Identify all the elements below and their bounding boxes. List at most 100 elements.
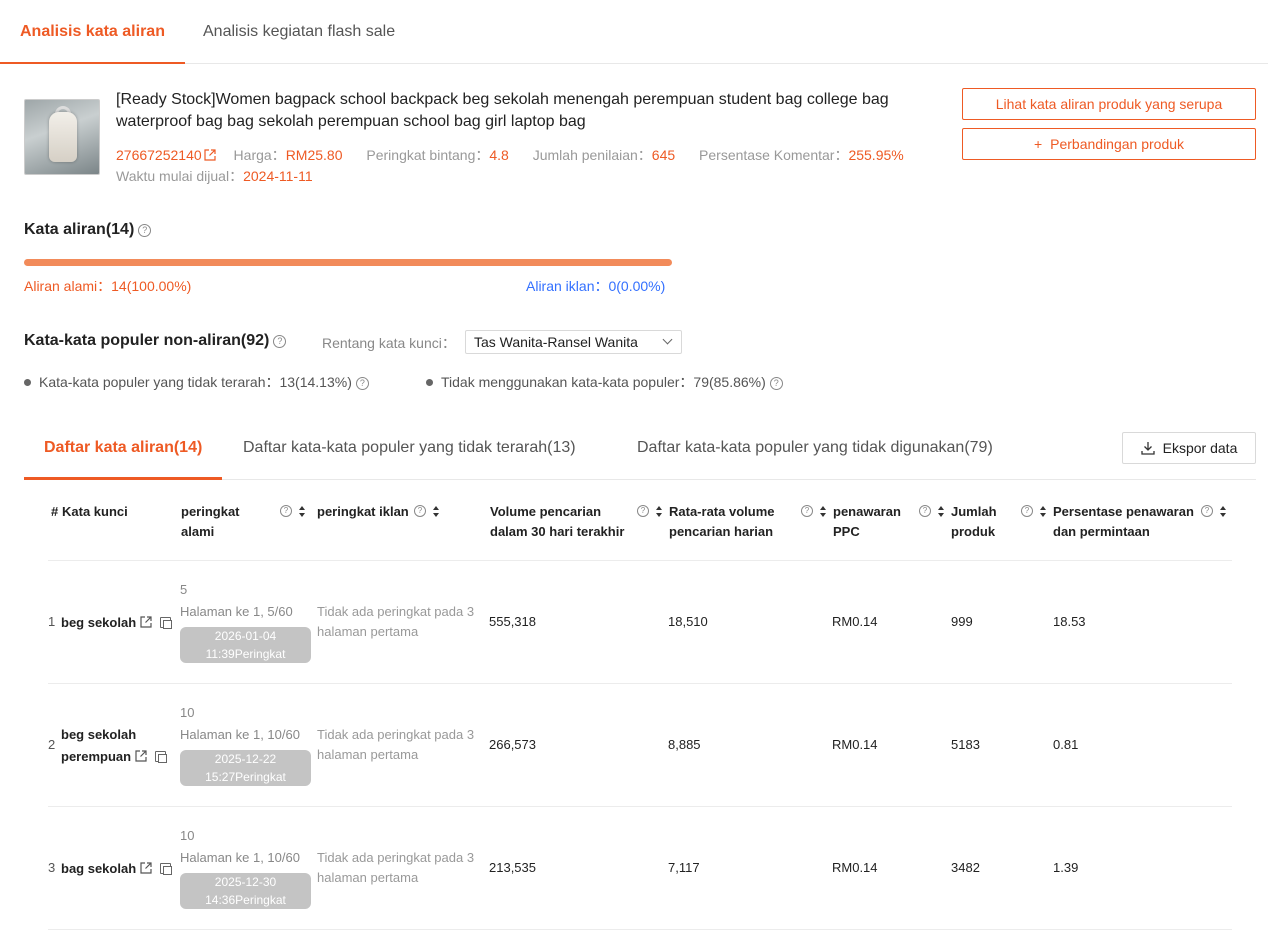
col-supply-demand-l1: Persentase penawaran: [1053, 504, 1194, 519]
comment-label: Persentase Komentar：: [699, 147, 849, 163]
ad-rank-cell: Tidak ada peringkat pada 3 halaman pertam…: [317, 602, 489, 642]
badge-time: 11:39Peringkat: [205, 647, 286, 661]
sort-icon[interactable]: [1220, 506, 1226, 518]
help-icon[interactable]: ?: [355, 377, 369, 390]
keyword-text[interactable]: beg sekolah: [61, 724, 166, 746]
tab-unused-list[interactable]: Daftar kata-kata populer yang tidak digu…: [637, 420, 993, 480]
keyword-range-value: Tas Wanita-Ransel Wanita: [474, 334, 638, 350]
untargeted-stat: Kata-kata populer yang tidak terarah：13(…: [24, 372, 369, 392]
product-image[interactable]: [24, 99, 100, 175]
popular-title-text: Kata-kata populer non-aliran(92): [24, 332, 270, 349]
tab-flash-sale-analysis[interactable]: Analisis kegiatan flash sale: [183, 0, 415, 64]
sort-icon[interactable]: [656, 506, 662, 518]
rank-time-badge[interactable]: 2026-01-04 11:39Peringkat: [180, 627, 311, 663]
bullet-dot: [426, 379, 433, 386]
sort-icon[interactable]: [820, 506, 826, 518]
col-ppc-l2: PPC: [833, 524, 860, 539]
keyword-range-select[interactable]: Tas Wanita-Ransel Wanita: [465, 330, 682, 354]
external-link-icon[interactable]: [204, 149, 216, 161]
ppc-cell: RM0.14: [832, 614, 878, 629]
price-value: RM25.80: [285, 147, 343, 163]
tab-flow-list[interactable]: Daftar kata aliran(14): [24, 420, 223, 480]
chevron-down-icon: [662, 334, 673, 345]
supply-demand-cell: 1.39: [1053, 860, 1079, 875]
keyword-cell: beg sekolah perempuan: [61, 724, 168, 768]
col-supply-demand-l2: dan permintaan: [1053, 524, 1150, 539]
price-label: Harga：: [233, 147, 286, 163]
badge-time: 14:36Peringkat: [205, 893, 286, 907]
rank-time-badge[interactable]: 2025-12-22 15:27Peringkat: [180, 750, 311, 786]
external-link-icon[interactable]: [135, 750, 147, 762]
row-index: 2: [48, 737, 56, 752]
top-tabs: Analisis kata aliran Analisis kegiatan f…: [0, 0, 1268, 64]
backpack-shape: [49, 112, 77, 162]
external-link-icon[interactable]: [140, 616, 152, 628]
copy-icon[interactable]: [160, 617, 173, 629]
natural-rank: 10: [180, 705, 195, 720]
help-icon[interactable]: ?: [280, 505, 292, 517]
popular-section-title: Kata-kata populer non-aliran(92)?: [24, 330, 287, 352]
ad-rank-l2: halaman pertama: [317, 747, 419, 762]
badge-date: 2025-12-30: [214, 875, 277, 889]
export-data-button[interactable]: Ekspor data: [1122, 432, 1256, 464]
supply-demand-cell: 0.81: [1053, 737, 1079, 752]
col-daily-volume-l1: Rata-rata volume: [669, 504, 775, 519]
col-search-volume[interactable]: Volume pencarian dalam 30 hari terakhir: [490, 502, 624, 542]
tab-untargeted-list[interactable]: Daftar kata-kata populer yang tidak tera…: [243, 420, 576, 480]
table-divider: [48, 929, 1232, 930]
help-icon[interactable]: ?: [637, 505, 649, 517]
help-icon[interactable]: ?: [919, 505, 931, 517]
product-title[interactable]: [Ready Stock]Women bagpack school backpa…: [116, 89, 946, 133]
products-cell: 999: [951, 614, 973, 629]
compare-label: Perbandingan produk: [1050, 136, 1185, 152]
help-icon[interactable]: ?: [801, 505, 813, 517]
copy-icon[interactable]: [155, 751, 168, 763]
reviews-value: 645: [651, 147, 676, 163]
sort-icon[interactable]: [299, 506, 305, 518]
product-id-link[interactable]: 27667252140: [116, 147, 216, 163]
sort-icon[interactable]: [938, 506, 944, 518]
flow-progress-bar: [24, 259, 672, 266]
help-icon[interactable]: ?: [769, 377, 783, 390]
ad-flow-stat: Aliran iklan：0(0.00%): [526, 278, 666, 294]
search-volume-cell: 213,535: [489, 860, 536, 875]
col-natural-rank[interactable]: peringkat alami: [181, 502, 240, 542]
keyword-cell: bag sekolah: [61, 858, 173, 880]
keyword-text[interactable]: beg sekolah: [61, 615, 136, 630]
help-icon[interactable]: ?: [414, 505, 426, 517]
product-meta: 27667252140 Harga：RM25.80 Peringkat bint…: [116, 145, 904, 165]
sort-icon[interactable]: [433, 506, 439, 518]
similar-products-button[interactable]: Lihat kata aliran produk yang serupa: [962, 88, 1256, 120]
col-ppc[interactable]: penawaran PPC: [833, 502, 901, 542]
natural-rank-page: Halaman ke 1, 10/60: [180, 850, 300, 865]
start-label: Waktu mulai dijual：: [116, 168, 244, 184]
natural-flow-stat: Aliran alami：14(100.00%): [24, 278, 192, 294]
col-products[interactable]: Jumlah produk: [951, 502, 997, 542]
col-supply-demand[interactable]: Persentase penawaran dan permintaan: [1053, 502, 1194, 542]
external-link-icon[interactable]: [140, 862, 152, 874]
plus-icon: +: [1033, 136, 1043, 152]
tab-flow-analysis[interactable]: Analisis kata aliran: [0, 0, 185, 64]
copy-icon[interactable]: [160, 863, 173, 875]
compare-products-button[interactable]: + Perbandingan produk: [962, 128, 1256, 160]
ad-rank-cell: Tidak ada peringkat pada 3 halaman pertam…: [317, 725, 489, 765]
untargeted-text: Kata-kata populer yang tidak terarah：13(…: [39, 374, 352, 390]
reviews-label: Jumlah penilaian：: [532, 147, 652, 163]
list-tabs: Daftar kata aliran(14) Daftar kata-kata …: [24, 420, 1256, 480]
help-icon[interactable]: ?: [273, 335, 287, 348]
daily-volume-cell: 8,885: [668, 737, 701, 752]
col-ad-rank[interactable]: peringkat iklan: [317, 502, 409, 522]
help-icon[interactable]: ?: [1021, 505, 1033, 517]
ppc-cell: RM0.14: [832, 737, 878, 752]
help-icon[interactable]: ?: [1201, 505, 1213, 517]
help-icon[interactable]: ?: [138, 224, 152, 237]
flow-title-text: Kata aliran(14): [24, 221, 135, 238]
products-cell: 3482: [951, 860, 980, 875]
keyword-text-l2[interactable]: perempuan: [61, 749, 131, 764]
keyword-text[interactable]: bag sekolah: [61, 861, 136, 876]
row-index: 1: [48, 614, 56, 629]
sort-icon[interactable]: [1040, 506, 1046, 518]
rank-time-badge[interactable]: 2025-12-30 14:36Peringkat: [180, 873, 311, 909]
col-daily-volume[interactable]: Rata-rata volume pencarian harian: [669, 502, 774, 542]
ad-rank-cell: Tidak ada peringkat pada 3 halaman pertam…: [317, 848, 489, 888]
